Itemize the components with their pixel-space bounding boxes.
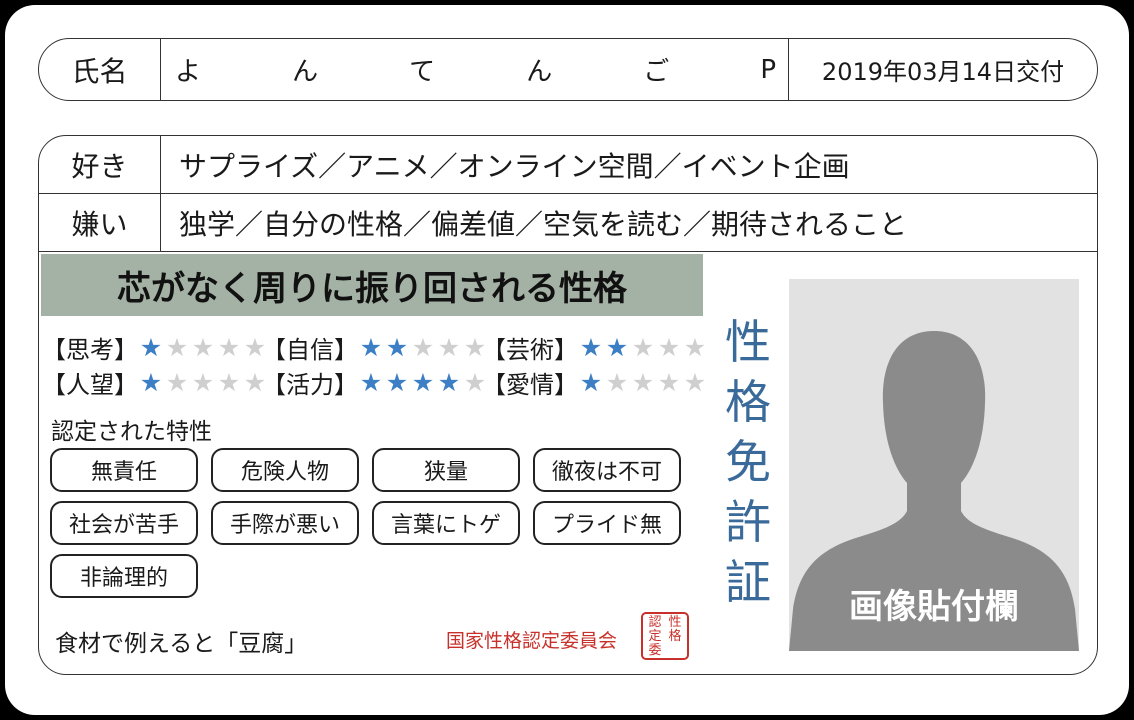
star-icon: ★ xyxy=(683,368,707,397)
name-char: ん xyxy=(526,57,553,87)
seal-char xyxy=(665,643,685,657)
star-icon: ★ xyxy=(605,333,629,362)
title-char: 証 xyxy=(725,555,771,609)
likes-label: 好き xyxy=(39,136,161,193)
name-row: 氏名 よ ん て ん ご P 2019年03月14日交付 xyxy=(38,38,1098,101)
star-icon: ★ xyxy=(191,368,215,397)
star-icon: ★ xyxy=(411,333,435,362)
star-icon: ★ xyxy=(437,333,461,362)
star-icon: ★ xyxy=(657,368,681,397)
star-icon: ★ xyxy=(579,368,603,397)
likes-value: サプライズ／アニメ／オンライン空間／イベント企画 xyxy=(179,149,850,183)
stat-item: 【芸術】 ★ ★ ★ ★ ★ xyxy=(482,330,706,365)
star-icon: ★ xyxy=(683,333,707,362)
main-panel: 好き サプライズ／アニメ／オンライン空間／イベント企画 嫌い 独学／自分の性格／… xyxy=(38,135,1098,675)
stat-label: 【芸術】 xyxy=(482,336,578,364)
title-char: 性 xyxy=(725,315,771,369)
title-char: 格 xyxy=(725,375,771,429)
star-rating: ★ ★ ★ ★ ★ xyxy=(578,335,708,360)
issue-date: 2019年03月14日交付 xyxy=(821,58,1065,86)
food-analogy: 食材で例えると「豆腐」 xyxy=(55,631,308,657)
seal-stamp: 認 性 定 格 委 xyxy=(641,612,689,660)
trait-badge: 非論理的 xyxy=(50,554,198,598)
seal-char: 格 xyxy=(668,628,682,644)
stat-item: 【人望】 ★ ★ ★ ★ ★ xyxy=(42,365,266,400)
star-icon: ★ xyxy=(191,333,215,362)
name-char: ん xyxy=(292,57,319,87)
star-rating: ★ ★ ★ ★ ★ xyxy=(358,370,488,395)
stat-item: 【思考】 ★ ★ ★ ★ ★ xyxy=(42,330,266,365)
name-char: P xyxy=(760,54,776,85)
name-char: ご xyxy=(643,57,670,87)
trait-badge: 危険人物 xyxy=(211,448,359,492)
star-icon: ★ xyxy=(165,333,189,362)
title-char: 許 xyxy=(725,495,771,549)
traits-title: 認定された特性 xyxy=(51,419,212,445)
title-char: 免 xyxy=(725,435,771,489)
star-icon: ★ xyxy=(605,368,629,397)
stat-label: 【愛情】 xyxy=(482,371,578,399)
star-icon: ★ xyxy=(385,368,409,397)
star-icon: ★ xyxy=(359,333,383,362)
trait-badge: 手際が悪い xyxy=(211,501,359,545)
dislikes-row: 嫌い 独学／自分の性格／偏差値／空気を読む／期待されること xyxy=(39,194,1097,252)
name-label: 氏名 xyxy=(39,39,161,100)
star-rating: ★ ★ ★ ★ ★ xyxy=(138,335,268,360)
stats-grid: 【思考】 ★ ★ ★ ★ ★ 【自信】 ★ ★ ★ ★ ★ 【芸術】 ★ ★ ★ ★ ★ 【人望】 ★ ★… xyxy=(42,330,722,400)
license-card: 氏名 よ ん て ん ご P 2019年03月14日交付 好き サプライズ／アニ… xyxy=(5,5,1129,715)
star-rating: ★ ★ ★ ★ ★ xyxy=(358,335,488,360)
committee-name: 国家性格認定委員会 xyxy=(446,630,618,652)
star-icon: ★ xyxy=(139,368,163,397)
trait-badge: プライド無 xyxy=(533,501,681,545)
stat-item: 【自信】 ★ ★ ★ ★ ★ xyxy=(262,330,486,365)
star-rating: ★ ★ ★ ★ ★ xyxy=(138,370,268,395)
personality-headline: 芯がなく周りに振り回される性格 xyxy=(41,254,703,316)
dislikes-value: 独学／自分の性格／偏差値／空気を読む／期待されること xyxy=(179,207,908,241)
stat-item: 【活力】 ★ ★ ★ ★ ★ xyxy=(262,365,486,400)
stat-item: 【愛情】 ★ ★ ★ ★ ★ xyxy=(482,365,706,400)
stat-label: 【思考】 xyxy=(42,336,138,364)
star-icon: ★ xyxy=(217,333,241,362)
name-char: よ xyxy=(175,57,202,87)
stats-line: 【思考】 ★ ★ ★ ★ ★ 【自信】 ★ ★ ★ ★ ★ 【芸術】 ★ ★ ★ ★ ★ xyxy=(42,330,722,365)
name-value: よ ん て ん ご P xyxy=(161,39,789,100)
star-icon: ★ xyxy=(385,333,409,362)
name-char: て xyxy=(409,57,436,87)
trait-badge: 無責任 xyxy=(50,448,198,492)
stat-label: 【自信】 xyxy=(262,336,358,364)
seal-char: 委 xyxy=(648,642,662,658)
trait-badge: 徹夜は不可 xyxy=(533,448,681,492)
seal-char: 定 xyxy=(648,628,662,644)
star-icon: ★ xyxy=(631,333,655,362)
stat-label: 【活力】 xyxy=(262,371,358,399)
seal-char: 認 xyxy=(648,614,662,630)
card-title-vertical: 性 格 免 許 証 xyxy=(713,312,783,612)
trait-badge: 言葉にトゲ xyxy=(372,501,520,545)
star-icon: ★ xyxy=(579,333,603,362)
photo-placeholder: 画像貼付欄 xyxy=(789,279,1079,651)
star-icon: ★ xyxy=(437,368,461,397)
seal-char: 性 xyxy=(668,614,682,630)
star-icon: ★ xyxy=(657,333,681,362)
star-icon: ★ xyxy=(411,368,435,397)
star-icon: ★ xyxy=(631,368,655,397)
trait-badge: 狭量 xyxy=(372,448,520,492)
star-icon: ★ xyxy=(139,333,163,362)
photo-label: 画像貼付欄 xyxy=(849,587,1019,627)
trait-badge: 社会が苦手 xyxy=(50,501,198,545)
dislikes-label: 嫌い xyxy=(39,194,161,251)
star-icon: ★ xyxy=(359,368,383,397)
stats-line: 【人望】 ★ ★ ★ ★ ★ 【活力】 ★ ★ ★ ★ ★ 【愛情】 ★ ★ ★ ★ ★ xyxy=(42,365,722,400)
star-rating: ★ ★ ★ ★ ★ xyxy=(578,370,708,395)
stat-label: 【人望】 xyxy=(42,371,138,399)
likes-row: 好き サプライズ／アニメ／オンライン空間／イベント企画 xyxy=(39,136,1097,194)
star-icon: ★ xyxy=(217,368,241,397)
star-icon: ★ xyxy=(165,368,189,397)
